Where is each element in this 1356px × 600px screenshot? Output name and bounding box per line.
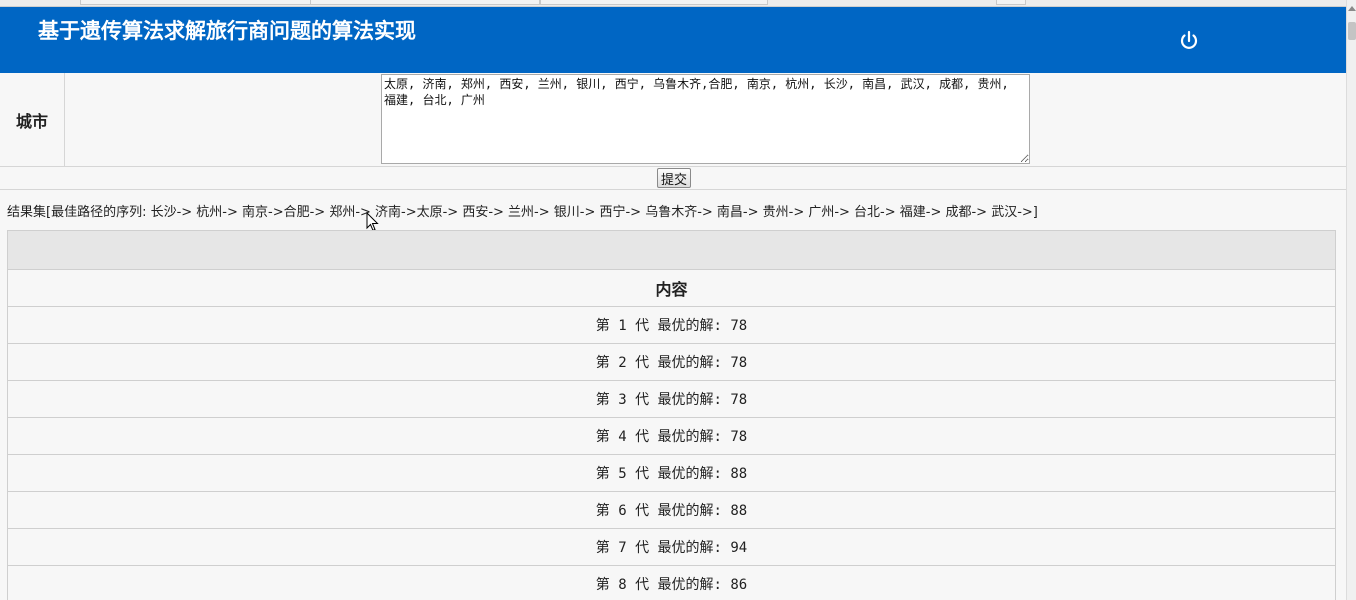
city-form-row: 城市 太原, 济南, 郑州, 西安, 兰州, 银川, 西宁, 乌鲁木齐,合肥, … (0, 73, 1346, 167)
table-cell: 第 5 代 最优的解: 88 (7, 454, 1336, 492)
table-row: 第 6 代 最优的解: 88 (7, 491, 1336, 529)
table-cell: 第 4 代 最优的解: 78 (7, 417, 1336, 455)
browser-tab[interactable] (80, 0, 312, 5)
scroll-up-arrow-icon[interactable] (1348, 6, 1356, 11)
table-cell: 第 2 代 最优的解: 78 (7, 343, 1336, 381)
table-row: 第 2 代 最优的解: 78 (7, 343, 1336, 381)
page-scrollbar[interactable] (1346, 0, 1356, 600)
power-icon[interactable] (1177, 29, 1201, 53)
table-header-row: 内容 (7, 269, 1336, 307)
browser-tab[interactable] (540, 0, 768, 5)
table-row: 第 7 代 最优的解: 94 (7, 528, 1336, 566)
city-label: 城市 (0, 73, 65, 166)
browser-tab[interactable] (310, 0, 540, 5)
page-header: 基于遗传算法求解旅行商问题的算法实现 (0, 7, 1346, 73)
generation-table: 内容 第 1 代 最优的解: 78 第 2 代 最优的解: 78 第 3 代 最… (7, 230, 1336, 600)
table-row: 第 5 代 最优的解: 88 (7, 454, 1336, 492)
table-row: 第 8 代 最优的解: 86 (7, 565, 1336, 600)
table-cell: 第 3 代 最优的解: 78 (7, 380, 1336, 418)
table-top-bar (7, 230, 1336, 270)
browser-tab[interactable] (996, 0, 1026, 5)
table-row: 第 4 代 最优的解: 78 (7, 417, 1336, 455)
browser-tab-strip (0, 0, 1346, 7)
table-cell: 第 1 代 最优的解: 78 (7, 306, 1336, 344)
result-text: 结果集[最佳路径的序列: 长沙-> 杭州-> 南京->合肥-> 郑州-> 济南-… (7, 205, 1038, 220)
submit-row: 提交 (0, 167, 1346, 190)
cities-textarea[interactable]: 太原, 济南, 郑州, 西安, 兰州, 银川, 西宁, 乌鲁木齐,合肥, 南京,… (381, 74, 1030, 164)
table-header-content: 内容 (7, 269, 1336, 307)
submit-button[interactable]: 提交 (657, 168, 692, 188)
table-row: 第 3 代 最优的解: 78 (7, 380, 1336, 418)
table-cell: 第 6 代 最优的解: 88 (7, 491, 1336, 529)
table-row: 第 1 代 最优的解: 78 (7, 306, 1336, 344)
mouse-cursor-icon (366, 212, 379, 232)
scrollbar-thumb[interactable] (1348, 22, 1356, 40)
page-title: 基于遗传算法求解旅行商问题的算法实现 (38, 18, 416, 43)
table-cell: 第 7 代 最优的解: 94 (7, 528, 1336, 566)
table-cell: 第 8 代 最优的解: 86 (7, 565, 1336, 600)
